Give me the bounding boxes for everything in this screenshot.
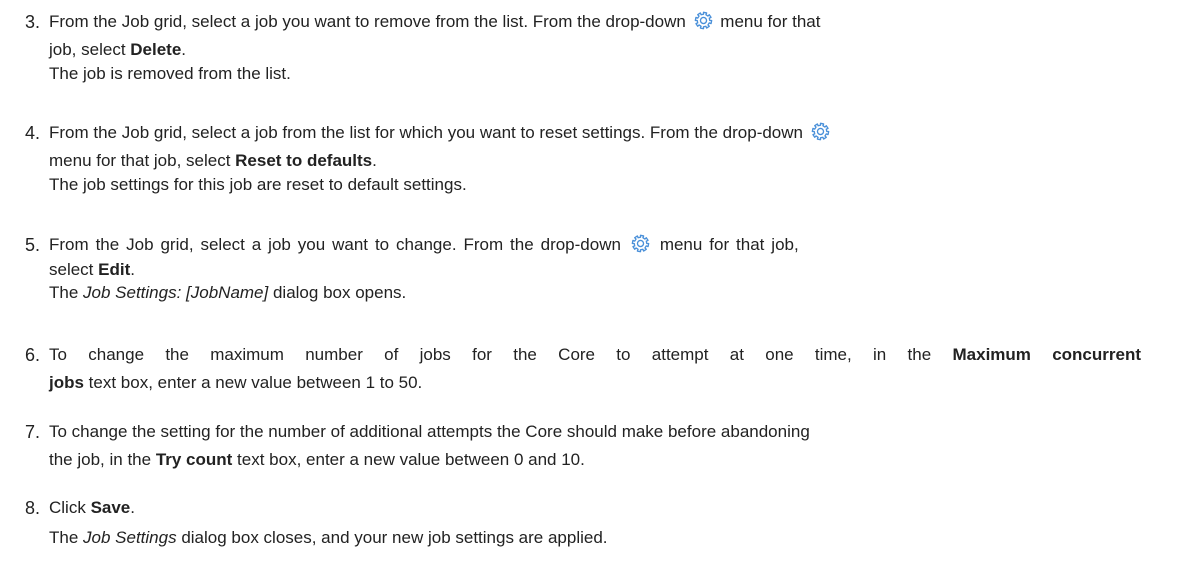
step-text-line: jobs text box, enter a new value between… (49, 369, 422, 396)
step-text: menu for that (720, 12, 821, 31)
step-text: From the Job grid, select a job you want… (49, 235, 621, 254)
step-text: menu for that job, select (49, 151, 236, 170)
step-number: 3. (24, 12, 40, 32)
step-text: job, select (49, 40, 131, 59)
step-text: . (130, 498, 135, 517)
step-text: the job, in the (49, 450, 156, 469)
ui-term-edit: Edit (98, 260, 131, 279)
step-text-line: To change the maximum number of jobs for… (49, 341, 1141, 368)
step-text: . (130, 260, 135, 279)
step-result-text: The (49, 528, 84, 547)
step-text: To change the maximum number of jobs for… (49, 345, 953, 364)
step-text: . (372, 151, 377, 170)
step-text: To change the setting for the number of … (49, 422, 810, 441)
ui-term-try-count: Try count (155, 450, 233, 469)
step-number: 7. (24, 422, 40, 442)
step-result-text: The (49, 283, 84, 302)
ui-term-reset-to-defaults: Reset to defaults (235, 151, 373, 170)
step-text-line: the job, in the Try count text box, ente… (49, 446, 585, 473)
step-result-line: The Job Settings: [JobName] dialog box o… (49, 279, 406, 306)
step-text: text box, enter a new value between 1 to… (83, 373, 423, 392)
ui-term-delete: Delete (130, 40, 182, 59)
step-text-line: From the Job grid, select a job you want… (49, 8, 820, 35)
step-result-text: dialog box opens. (268, 283, 407, 302)
step-text-line: From the Job grid, select a job you want… (49, 231, 799, 258)
step-text: text box, enter a new value between 0 an… (232, 450, 585, 469)
step-text: From the Job grid, select a job from the… (49, 123, 803, 142)
ui-term-maximum-concurrent-jobs: Maximum concurrent (952, 345, 1142, 364)
step-text-line: Click Save. (49, 494, 135, 521)
gear-icon (631, 234, 650, 253)
step-text-line: To change the setting for the number of … (49, 418, 810, 445)
step-text: select (49, 260, 99, 279)
step-text: From the Job grid, select a job you want… (49, 12, 686, 31)
dialog-name: Job Settings: [JobName] (83, 283, 269, 302)
ui-term-save: Save (90, 498, 131, 517)
step-number: 4. (24, 123, 40, 143)
step-result-line: The job is removed from the list. (49, 60, 291, 87)
step-number: 8. (24, 498, 40, 518)
dialog-name: Job Settings (83, 528, 177, 547)
gear-icon (694, 11, 712, 30)
step-text: menu for that job, (659, 235, 799, 254)
step-text: Click (49, 498, 91, 517)
step-text-line: From the Job grid, select a job from the… (49, 119, 833, 146)
step-result-text: dialog box closes, and your new job sett… (176, 528, 608, 547)
step-text-line: job, select Delete. (49, 36, 186, 63)
step-result-line: The Job Settings dialog box closes, and … (49, 524, 608, 551)
step-number: 6. (24, 345, 40, 365)
step-result-line: The job settings for this job are reset … (49, 171, 467, 198)
step-result-text: The job settings for this job are reset … (49, 175, 467, 194)
step-text: . (181, 40, 187, 59)
gear-icon (811, 122, 830, 141)
document-page: 3. From the Job grid, select a job you w… (0, 0, 1180, 562)
step-result-text: The job is removed from the list. (49, 64, 291, 83)
step-text-line: menu for that job, select Reset to defau… (49, 147, 377, 174)
step-number: 5. (24, 235, 40, 255)
ui-term-maximum-concurrent-jobs: jobs (49, 373, 84, 392)
